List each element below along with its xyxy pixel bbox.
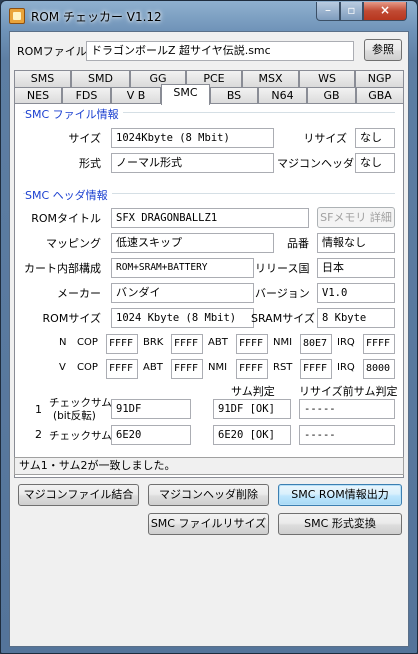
client-area: ROMファイル ドラゴンボールZ 超サイヤ伝説.smc 参照 SMS SMD G… — [9, 31, 409, 647]
cart-config-field: ROM+SRAM+BATTERY — [111, 258, 254, 278]
rom-file-field[interactable]: ドラゴンボールZ 超サイヤ伝説.smc — [86, 41, 354, 61]
rom-title-label: ROMタイトル — [31, 212, 101, 225]
file-resize-button[interactable]: SMC ファイルリサイズ — [148, 513, 269, 535]
n-nmi-label: NMI — [273, 337, 293, 348]
v-abt-field: FFFF — [171, 359, 203, 379]
copier-header-field: なし — [355, 153, 395, 173]
n-abt-label: ABT — [208, 337, 228, 348]
title-bar[interactable]: ROM チェッカー V1.12 – ▫ × — [1, 1, 417, 31]
n-brk-field: FFFF — [171, 334, 203, 354]
v-nmi-field: FFFF — [236, 359, 268, 379]
combine-copier-file-button[interactable]: マジコンファイル結合 — [18, 484, 139, 506]
product-label: 品番 — [287, 237, 309, 250]
header-info-title: SMC ヘッダ情報 — [25, 187, 112, 203]
mapping-label: マッピング — [46, 237, 101, 250]
checksum1-number: 1 — [35, 403, 42, 416]
v-cop-field: FFFF — [106, 359, 138, 379]
app-icon — [9, 8, 25, 24]
copier-header-label: マジコンヘッダ — [277, 157, 354, 170]
mapping-field: 低速スキップ — [111, 233, 274, 253]
app-window: ROM チェッカー V1.12 – ▫ × ROMファイル ドラゴンボールZ 超… — [0, 0, 418, 654]
format-field: ノーマル形式 — [111, 153, 274, 173]
n-brk-label: BRK — [143, 337, 164, 348]
sum-judge-header: サム判定 — [231, 385, 275, 398]
format-label: 形式 — [79, 157, 101, 170]
maker-label: メーカー — [57, 287, 101, 300]
size-label: サイズ — [68, 132, 101, 145]
rom-title-field: SFX DRAGONBALLZ1 — [111, 208, 309, 228]
checksum2-number: 2 — [35, 428, 42, 441]
pre-resize-judge-header: リサイズ前サム判定 — [299, 385, 398, 398]
file-info-title: SMC ファイル情報 — [25, 106, 123, 122]
v-rst-field: FFFF — [300, 359, 332, 379]
vector-n-label: N — [59, 337, 67, 348]
tab-ngp[interactable]: NGP — [355, 70, 404, 88]
tab-sms[interactable]: SMS — [14, 70, 71, 88]
tab-msx[interactable]: MSX — [242, 70, 299, 88]
sram-size-label: SRAMサイズ — [251, 312, 315, 325]
delete-copier-header-button[interactable]: マジコンヘッダ削除 — [148, 484, 269, 506]
status-message: サム1・サム2が一致しました。 — [14, 457, 404, 475]
v-cop-label: COP — [77, 362, 98, 373]
checksum2-field: 6E20 — [111, 425, 191, 445]
close-button[interactable]: × — [363, 2, 407, 21]
v-irq-label: IRQ — [337, 362, 355, 373]
n-nmi-field: 80E7 — [300, 334, 332, 354]
convert-format-button[interactable]: SMC 形式変換 — [278, 513, 402, 535]
checksum1-field: 91DF — [111, 399, 191, 419]
checksum1-judge-field: 91DF [OK] — [213, 399, 291, 419]
version-field: V1.0 — [317, 283, 395, 303]
checksum2-judge-field: 6E20 [OK] — [213, 425, 291, 445]
n-cop-label: COP — [77, 337, 98, 348]
smc-tab-panel: SMC ファイル情報 サイズ 1024Kbyte (8 Mbit) リサイズ な… — [14, 103, 404, 478]
cart-config-label: カート内部構成 — [24, 262, 101, 275]
browse-button[interactable]: 参照 — [364, 39, 402, 61]
window-title: ROM チェッカー V1.12 — [31, 10, 162, 24]
v-irq-field: 8000 — [363, 359, 395, 379]
region-field: 日本 — [317, 258, 395, 278]
resize-field: なし — [355, 128, 395, 148]
checksum2-pre-resize-field: ----- — [299, 425, 395, 445]
tab-smc[interactable]: SMC — [161, 84, 210, 105]
n-cop-field: FFFF — [106, 334, 138, 354]
sram-size-field: 8 Kbyte — [317, 308, 395, 328]
n-irq-field: FFFF — [363, 334, 395, 354]
sfmemory-detail-button[interactable]: SFメモリ 詳細 — [317, 207, 395, 228]
vector-v-label: V — [59, 362, 66, 373]
maximize-button[interactable]: ▫ — [340, 2, 363, 21]
n-abt-field: FFFF — [236, 334, 268, 354]
v-abt-label: ABT — [143, 362, 163, 373]
maker-field: バンダイ — [111, 283, 254, 303]
resize-label: リサイズ — [303, 132, 347, 145]
v-nmi-label: NMI — [208, 362, 228, 373]
tab-ws[interactable]: WS — [299, 70, 355, 88]
checksum1-pre-resize-field: ----- — [299, 399, 395, 419]
version-label: バージョン — [255, 287, 310, 300]
size-field: 1024Kbyte (8 Mbit) — [111, 128, 274, 148]
rom-size-field: 1024 Kbyte (8 Mbit) — [111, 308, 254, 328]
tab-smd[interactable]: SMD — [71, 70, 130, 88]
n-irq-label: IRQ — [337, 337, 355, 348]
rom-size-label: ROMサイズ — [42, 312, 101, 325]
checksum2-label: チェックサム — [49, 430, 112, 442]
product-field: 情報なし — [317, 233, 395, 253]
output-rom-info-button[interactable]: SMC ROM情報出力 — [278, 484, 402, 506]
region-label: リリース国 — [255, 262, 310, 275]
checksum1-sublabel: (bit反転) — [53, 410, 96, 422]
rom-file-label: ROMファイル — [17, 45, 87, 58]
v-rst-label: RST — [273, 362, 293, 373]
minimize-button[interactable]: – — [316, 2, 340, 21]
